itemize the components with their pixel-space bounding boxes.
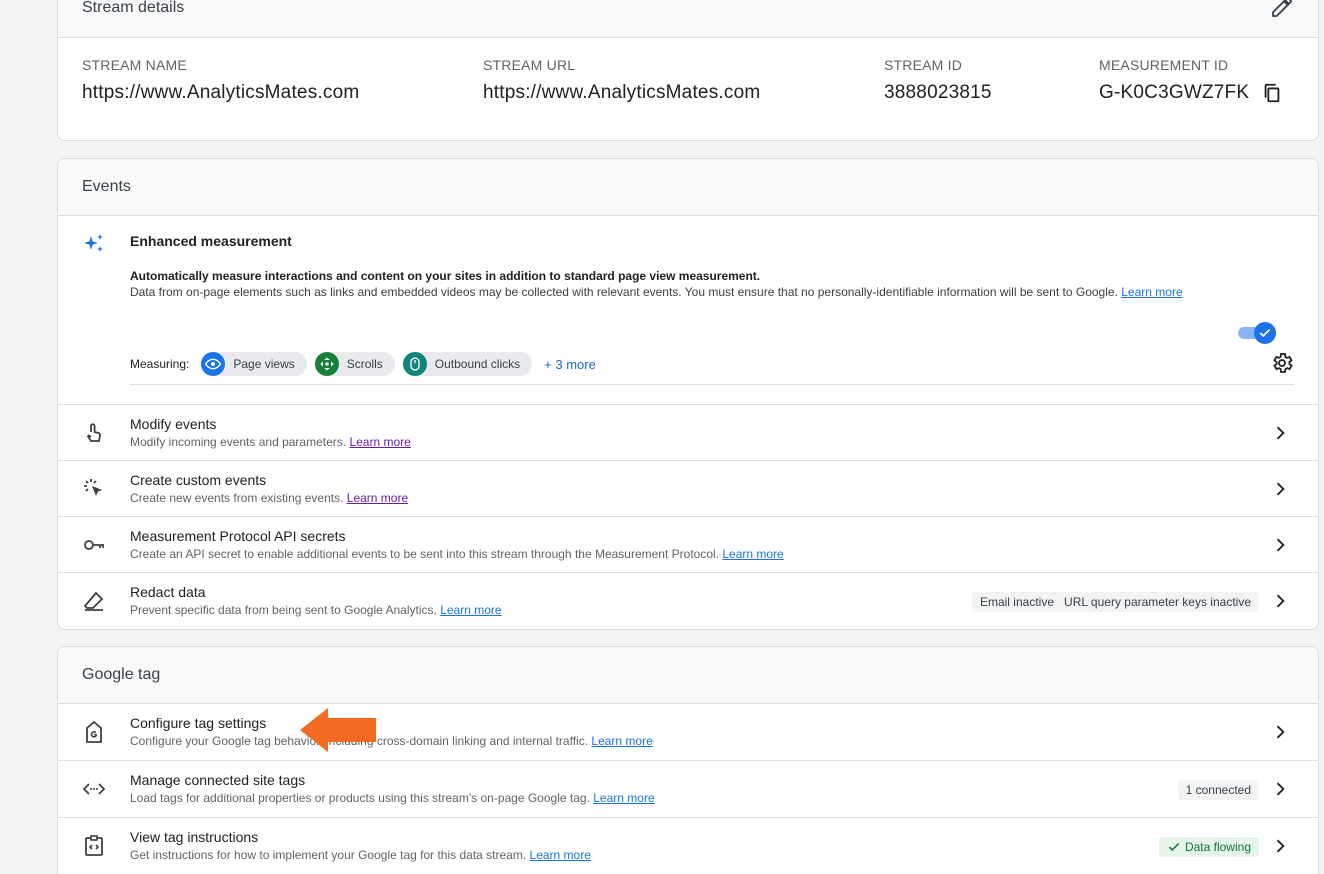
connected-badge: 1 connected (1177, 780, 1259, 800)
google-tag-header: Google tag (58, 647, 1318, 704)
enhanced-measurement-note: Data from on-page elements such as links… (130, 285, 1183, 299)
events-header: Events (58, 159, 1318, 216)
enhanced-measurement-desc: Automatically measure interactions and c… (130, 269, 761, 283)
email-inactive-badge: Email inactive (971, 592, 1062, 612)
enhanced-measurement-toggle[interactable] (1238, 322, 1276, 344)
modify-events-row[interactable]: Modify events Modify incoming events and… (58, 405, 1318, 461)
chip-page-views: Page views (201, 352, 307, 376)
edit-icon[interactable] (1270, 0, 1294, 19)
chip-outbound-clicks: Outbound clicks (402, 352, 533, 376)
learn-more-link[interactable]: Learn more (530, 848, 591, 862)
measurement-id-value: G-K0C3GWZ7FK (1099, 82, 1250, 103)
learn-more-link[interactable]: Learn more (1121, 285, 1182, 299)
chevron-right-icon (1276, 725, 1285, 739)
check-icon (1259, 328, 1271, 338)
events-card: Events Enhanced measurement Automaticall… (57, 158, 1319, 630)
measuring-label: Measuring: (130, 357, 190, 371)
url-query-inactive-badge: URL query parameter keys inactive (1056, 592, 1259, 612)
manage-connected-site-tags-row[interactable]: Manage connected site tags Load tags for… (58, 761, 1318, 818)
chevron-right-icon (1276, 426, 1285, 440)
chevron-right-icon (1276, 782, 1285, 796)
stream-url-field: STREAM URL https://www.AnalyticsMates.co… (483, 57, 761, 103)
create-custom-events-row[interactable]: Create custom events Create new events f… (58, 461, 1318, 517)
chevron-right-icon (1276, 839, 1285, 853)
tag-instructions-icon (85, 835, 103, 856)
view-tag-instructions-row[interactable]: View tag instructions Get instructions f… (58, 818, 1318, 874)
measurement-protocol-row[interactable]: Measurement Protocol API secrets Create … (58, 517, 1318, 573)
chevron-right-icon (1276, 538, 1285, 552)
google-tag-card: Google tag Configure tag settings Config… (57, 646, 1319, 874)
data-flowing-badge: Data flowing (1158, 837, 1259, 857)
more-link[interactable]: + 3 more (544, 357, 596, 372)
configure-tag-settings-row[interactable]: Configure tag settings Configure your Go… (58, 704, 1318, 761)
copy-icon[interactable] (1261, 82, 1283, 104)
mouse-icon (402, 352, 427, 376)
learn-more-link[interactable]: Learn more (440, 603, 501, 617)
sparkle-icon (84, 234, 103, 252)
eraser-icon (83, 591, 104, 611)
events-title: Events (82, 178, 131, 195)
enhanced-measurement-section: Enhanced measurement Automatically measu… (58, 216, 1318, 405)
stream-id-field: STREAM ID 3888023815 (884, 57, 992, 103)
eye-icon (201, 352, 226, 376)
stream-details-header: Stream details (58, 0, 1318, 38)
scroll-icon (314, 352, 339, 376)
chip-scrolls: Scrolls (314, 352, 395, 376)
google-tag-icon (86, 720, 102, 743)
annotation-arrow-icon (300, 708, 376, 752)
learn-more-link[interactable]: Learn more (593, 791, 654, 805)
measuring-chips: Measuring: Page views Scrolls Outbound c… (130, 351, 596, 377)
gear-icon[interactable] (1270, 351, 1294, 375)
enhanced-measurement-title: Enhanced measurement (130, 233, 292, 249)
redact-data-row[interactable]: Redact data Prevent specific data from b… (58, 573, 1318, 629)
check-icon (1168, 842, 1180, 851)
learn-more-link[interactable]: Learn more (591, 734, 652, 748)
cursor-click-icon (84, 479, 102, 496)
code-icon (82, 783, 106, 795)
stream-details-title: Stream details (82, 0, 185, 16)
stream-name-field: STREAM NAME https://www.AnalyticsMates.c… (82, 57, 360, 103)
learn-more-link[interactable]: Learn more (349, 435, 410, 449)
key-icon (84, 540, 104, 550)
google-tag-title: Google tag (82, 666, 161, 683)
stream-details-card: Stream details STREAM NAME https://www.A… (57, 0, 1319, 141)
chevron-right-icon (1276, 594, 1285, 608)
chevron-right-icon (1276, 482, 1285, 496)
learn-more-link[interactable]: Learn more (722, 547, 783, 561)
learn-more-link[interactable]: Learn more (347, 491, 408, 505)
touch-icon (86, 423, 101, 442)
measurement-id-field: MEASUREMENT ID G-K0C3GWZ7FK (1099, 57, 1283, 104)
